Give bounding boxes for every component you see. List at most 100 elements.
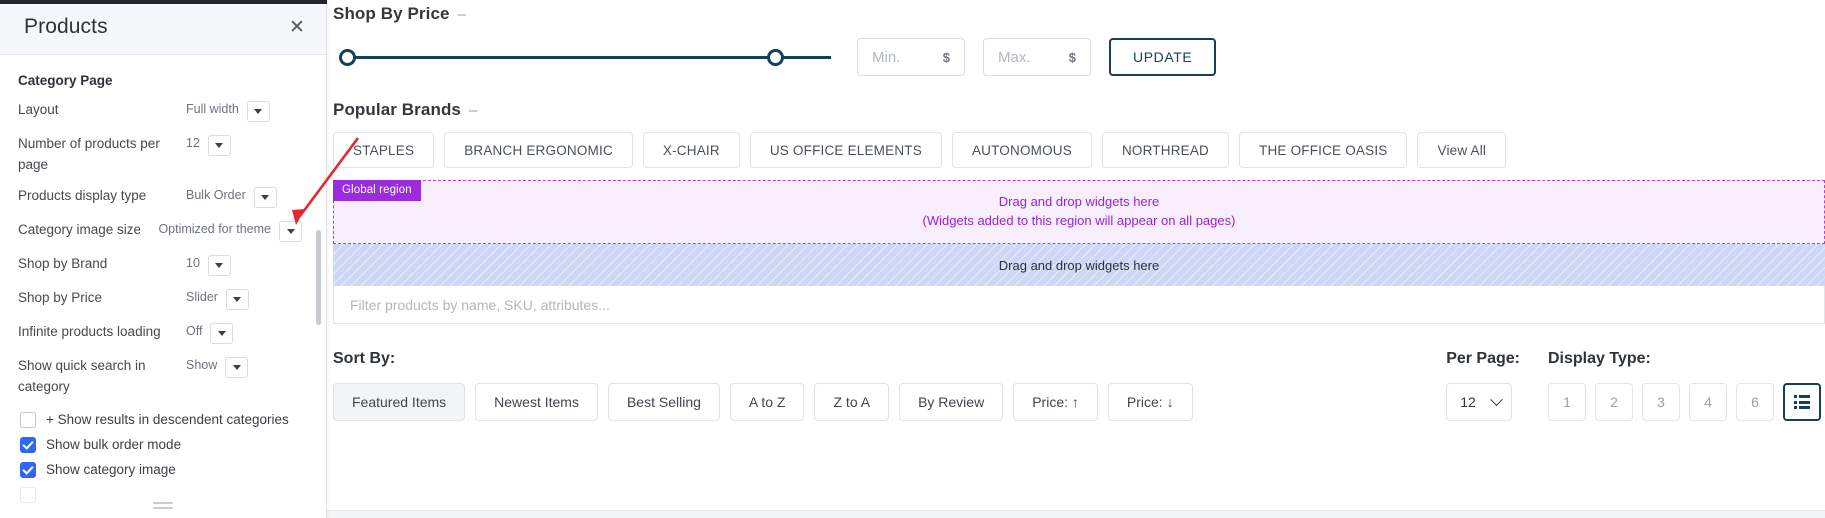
setting-value: 12 [186, 136, 200, 150]
setting-row-shop-by-brand: Shop by Brand 10 [18, 254, 302, 278]
display-type-4[interactable]: 4 [1689, 383, 1727, 421]
brand-chip[interactable]: US OFFICE ELEMENTS [749, 132, 942, 168]
checkbox-checked-icon[interactable] [20, 461, 36, 478]
brand-chip[interactable]: NORTHREAD [1101, 132, 1230, 168]
sort-option-price-desc[interactable]: Price: ↓ [1107, 383, 1193, 421]
setting-label: Category image size [18, 221, 142, 237]
brand-chip[interactable]: AUTONOMOUS [951, 132, 1092, 168]
setting-value: Slider [186, 289, 218, 304]
slider-max-handle[interactable] [767, 49, 784, 66]
sort-option-newest-items[interactable]: Newest Items [475, 383, 598, 421]
setting-row-infinite-products-loading: Infinite products loading Off [18, 322, 302, 346]
slider-min-handle[interactable] [339, 49, 356, 66]
display-type-6[interactable]: 6 [1736, 383, 1774, 421]
panel-resize-grip[interactable] [153, 502, 173, 512]
setting-row-products-per-page: Number of products per page 12 [18, 134, 302, 176]
brand-chip[interactable]: X-CHAIR [642, 132, 740, 168]
sort-option-featured-items[interactable]: Featured Items [333, 383, 466, 421]
setting-label: Shop by Price [18, 289, 103, 305]
setting-value: Bulk Order [186, 187, 246, 202]
chevron-down-icon[interactable] [225, 356, 249, 378]
setting-row-category-image-size: Category image size Optimized for theme [18, 220, 302, 244]
chevron-down-icon [1490, 392, 1504, 406]
checkbox-label: + Show results in descendent categories [46, 412, 289, 428]
shop-by-price-title: Shop By Price [333, 4, 450, 23]
chevron-down-icon[interactable] [246, 101, 270, 122]
panel-body: Category Page Layout Full width Number o… [0, 55, 326, 518]
sort-option-list: Featured Items Newest Items Best Selling… [333, 383, 1446, 421]
max-price-input[interactable]: Max. $ [983, 38, 1091, 76]
per-page-control: Per Page: 12 [1446, 350, 1520, 421]
per-page-label: Per Page: [1446, 350, 1520, 367]
currency-symbol: $ [942, 49, 950, 65]
checkbox-row-descendent-categories[interactable]: + Show results in descendent categories [18, 411, 302, 428]
checkbox-row-bulk-order-mode[interactable]: Show bulk order mode [18, 436, 302, 453]
page-widget-region[interactable]: Drag and drop widgets here [333, 244, 1825, 286]
sort-option-price-asc[interactable]: Price: ↑ [1013, 383, 1098, 421]
update-price-button[interactable]: UPDATE [1109, 38, 1217, 76]
chevron-down-icon[interactable] [225, 288, 249, 310]
app-topbar-stub [0, 0, 327, 4]
display-type-options: 1 2 3 4 6 [1548, 383, 1821, 421]
brand-chip[interactable]: THE OFFICE OASIS [1239, 132, 1408, 168]
chevron-down-icon[interactable] [279, 220, 302, 242]
max-price-placeholder: Max. [998, 48, 1031, 66]
brand-chip[interactable]: STAPLES [333, 132, 435, 168]
checkbox-label: Show category image [46, 462, 176, 478]
products-settings-panel: Products ✕ Category Page Layout Full wid… [0, 0, 327, 518]
checkbox-row-category-image[interactable]: Show category image [18, 461, 302, 478]
section-label-category-page: Category Page [18, 73, 113, 88]
setting-row-products-display-type: Products display type Bulk Order [18, 186, 302, 210]
panel-header: Products ✕ [0, 0, 326, 55]
setting-value: 10 [186, 255, 200, 270]
brand-chip[interactable]: BRANCH ERGONOMIC [444, 132, 633, 168]
price-range-slider[interactable] [339, 46, 839, 68]
display-type-1[interactable]: 1 [1548, 383, 1586, 421]
per-page-select[interactable]: 12 [1446, 383, 1513, 421]
view-all-brands-button[interactable]: View All [1417, 132, 1507, 168]
sort-by-label: Sort By: [333, 350, 396, 367]
panel-scrollbar[interactable] [316, 230, 321, 325]
min-price-input[interactable]: Min. $ [857, 38, 965, 76]
global-region-text: Drag and drop widgets here (Widgets adde… [334, 193, 1824, 231]
chevron-down-icon[interactable] [207, 254, 231, 276]
sort-and-display-bar: Sort By: Featured Items Newest Items Bes… [333, 324, 1825, 421]
chevron-down-icon[interactable] [207, 135, 231, 156]
checkbox-row-partial[interactable] [18, 486, 302, 503]
collapse-dash-icon: – [468, 101, 478, 119]
viewport-bottom-strip [327, 510, 1825, 518]
slider-track [347, 56, 831, 59]
popular-brands-title: Popular Brands [333, 100, 461, 119]
close-icon[interactable]: ✕ [284, 14, 310, 40]
setting-row-show-quick-search: Show quick search in category Show [18, 356, 302, 398]
display-type-label: Display Type: [1548, 350, 1651, 367]
chevron-down-icon[interactable] [253, 186, 277, 208]
setting-label: Show quick search in category [18, 357, 146, 394]
global-region-line2: (Widgets added to this region will appea… [922, 212, 1236, 228]
setting-row-shop-by-price: Shop by Price Slider [18, 288, 302, 312]
shop-by-price-heading: Shop By Price – [333, 4, 1825, 24]
display-type-3[interactable]: 3 [1642, 383, 1680, 421]
global-widget-region[interactable]: Global region Drag and drop widgets here… [333, 180, 1825, 244]
currency-symbol: $ [1068, 49, 1076, 65]
sort-option-best-selling[interactable]: Best Selling [607, 383, 720, 421]
product-filter-input[interactable]: Filter products by name, SKU, attributes… [333, 286, 1825, 324]
checkbox-icon[interactable] [20, 411, 36, 428]
brand-chip-list: STAPLES BRANCH ERGONOMIC X-CHAIR US OFFI… [333, 132, 1825, 168]
page-title: Products [24, 15, 108, 38]
checkbox-icon[interactable] [20, 486, 36, 503]
setting-value: Show [186, 357, 218, 372]
storefront-preview: Shop By Price – Min. $ Max. $ UPDATE Pop… [327, 0, 1825, 518]
per-page-value: 12 [1460, 394, 1476, 410]
sort-option-a-to-z[interactable]: A to Z [729, 383, 805, 421]
screen-root: Shop By Price – Min. $ Max. $ UPDATE Pop… [0, 0, 1825, 518]
sort-option-z-to-a[interactable]: Z to A [814, 383, 890, 421]
sort-option-by-review[interactable]: By Review [899, 383, 1004, 421]
setting-label: Layout [18, 102, 59, 117]
min-price-placeholder: Min. [872, 48, 901, 66]
display-type-list-button[interactable] [1783, 383, 1821, 421]
checkbox-checked-icon[interactable] [20, 436, 36, 453]
setting-label: Number of products per page [18, 136, 160, 172]
chevron-down-icon[interactable] [210, 322, 234, 344]
display-type-2[interactable]: 2 [1595, 383, 1633, 421]
